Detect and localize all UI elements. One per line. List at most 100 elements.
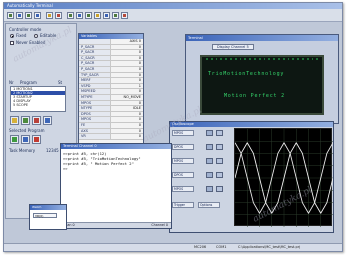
options-button[interactable]: Options [198, 202, 220, 208]
scope-offset-knob[interactable] [216, 158, 223, 164]
variable-name: P_SACR [79, 66, 111, 72]
scope-scale-knob[interactable] [206, 172, 213, 178]
trigger-button[interactable]: Trigger [172, 202, 194, 208]
variable-value[interactable]: 0 [111, 61, 143, 66]
watch-field[interactable]: VR(0) [33, 213, 57, 218]
variable-value[interactable]: 0 [111, 89, 143, 94]
variable-value[interactable]: 0 [111, 123, 143, 128]
jog-icon [96, 14, 99, 17]
display-channel-tab[interactable]: Display Channel 5 [212, 44, 254, 50]
variable-value[interactable]: 0 [111, 134, 143, 139]
save-button[interactable] [34, 12, 41, 19]
program-list[interactable]: 1 MOTION1 2 MOTION2 3 STARTUP 4 DISPLAY … [10, 86, 66, 112]
variable-name: DPOS [79, 111, 111, 117]
fixed-radio[interactable] [10, 34, 14, 38]
delete-program-button[interactable] [32, 116, 41, 125]
play-icon [12, 137, 17, 142]
variable-name: P_SACR [79, 50, 111, 55]
variable-value[interactable]: NO_MOVE [111, 95, 143, 100]
scope-channel-row: DPOS [172, 172, 232, 179]
task-memory-value: 12345 [46, 148, 59, 153]
lcd-line-2: Motion Perfect 2 [224, 93, 285, 99]
variables-header-value: AXIS 0 [129, 39, 141, 43]
variable-name: P_SACR [79, 44, 111, 50]
scope-controls: MPOS DPOS MPOS DPOS MPOS Trigger Options [172, 130, 232, 226]
program-item[interactable]: 5 SCOPE [11, 103, 65, 107]
program-col-nr: Nr [9, 80, 14, 85]
scope-button[interactable] [85, 12, 92, 19]
variable-value[interactable]: 0 [111, 78, 143, 83]
scope-channel-param[interactable]: DPOS [172, 172, 194, 178]
scope-channel-param[interactable]: MPOS [172, 186, 194, 192]
scope-offset-knob[interactable] [216, 130, 223, 136]
axis-button[interactable] [76, 12, 83, 19]
new-program-button[interactable] [10, 116, 19, 125]
program-col-name: Program [20, 80, 37, 85]
variable-name: MTYPE [79, 94, 111, 100]
scope-scale-knob[interactable] [206, 144, 213, 150]
variable-value[interactable]: 0 [111, 117, 143, 122]
variable-name: AXS [79, 128, 111, 134]
editable-radio[interactable] [34, 34, 38, 38]
help-button[interactable] [121, 12, 128, 19]
variable-value[interactable]: 1 [111, 84, 143, 89]
stop-program-button[interactable] [32, 135, 41, 144]
never-enabled-checkbox[interactable] [10, 41, 14, 45]
display-window-title: Terminal [186, 35, 338, 41]
variable-row[interactable]: VR 0 [79, 134, 143, 140]
variable-value[interactable]: 0 [111, 50, 143, 55]
variable-value[interactable]: 0 [111, 45, 143, 50]
connect-icon [9, 14, 12, 17]
terminal-title: Terminal Channel 0 [61, 144, 171, 149]
scope-icon [87, 14, 90, 17]
variable-value[interactable]: 0 [111, 112, 143, 117]
variable-value[interactable]: 0 [111, 73, 143, 78]
jog-button[interactable] [94, 12, 101, 19]
variable-value[interactable]: 0 [111, 56, 143, 61]
copy-icon [45, 118, 50, 123]
display-window: Terminal Display Channel 5 TrioMotionTec… [185, 34, 339, 124]
scope-offset-knob[interactable] [216, 172, 223, 178]
scope-scale-knob[interactable] [206, 130, 213, 136]
terminal-status-right: Channel 0 [151, 223, 168, 227]
scope-channel-row: DPOS [172, 144, 232, 151]
variable-value[interactable]: 0 [111, 101, 143, 106]
edit-program-button[interactable] [21, 116, 30, 125]
folder-icon [27, 14, 30, 17]
lcd-display: TrioMotionTechnology Motion Perfect 2 [200, 55, 324, 115]
terminal-body[interactable]: >>print #5, chr(12) >>print #5, "TrioMot… [63, 151, 169, 221]
terminal-button[interactable] [67, 12, 74, 19]
variable-name: FE [79, 122, 111, 128]
scope-scale-knob[interactable] [206, 186, 213, 192]
scope-channel-param[interactable]: MPOS [172, 158, 194, 164]
copy-program-button[interactable] [43, 116, 52, 125]
io-button[interactable] [103, 12, 110, 19]
io-icon [105, 14, 108, 17]
scope-channel-param[interactable]: DPOS [172, 144, 194, 150]
never-enabled-label: Never Enabled [16, 40, 46, 45]
variable-value[interactable]: 0 [111, 129, 143, 134]
run-program-button[interactable] [10, 135, 19, 144]
main-toolbar [4, 9, 342, 22]
terminal-window: Terminal Channel 0 >>print #5, chr(12) >… [60, 143, 172, 229]
step-program-button[interactable] [21, 135, 30, 144]
scope-offset-knob[interactable] [216, 144, 223, 150]
oscilloscope-window: Oscilloscope MPOS DPOS MPOS DPOS MPOS Tr… [169, 121, 334, 233]
scope-channel-param[interactable]: MPOS [172, 130, 194, 136]
scope-offset-knob[interactable] [216, 186, 223, 192]
vr-button[interactable] [112, 12, 119, 19]
scope-scale-knob[interactable] [206, 158, 213, 164]
variable-value[interactable]: 0 [111, 67, 143, 72]
oscilloscope-title: Oscilloscope [170, 122, 333, 127]
run-button[interactable] [46, 12, 53, 19]
variable-value[interactable]: IDLE [111, 106, 143, 111]
disconnect-button[interactable] [16, 12, 23, 19]
terminal-status-bar: Chan 0 Channel 0 [61, 222, 171, 228]
step-icon [23, 137, 28, 142]
status-bar: MC206 COM1 C:\Applications\MC_test\MC_te… [4, 243, 342, 251]
program-col-status: St [58, 80, 63, 85]
connect-button[interactable] [7, 12, 14, 19]
stop-button[interactable] [55, 12, 62, 19]
delete-icon [34, 118, 39, 123]
open-button[interactable] [25, 12, 32, 19]
